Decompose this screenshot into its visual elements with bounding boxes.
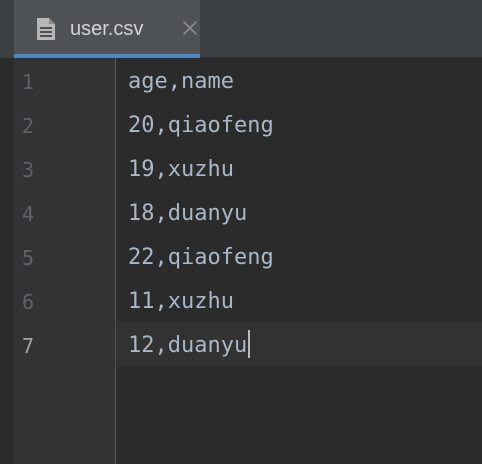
code-line[interactable]: 22,qiaofeng xyxy=(128,236,274,280)
tab-bar-spacer xyxy=(0,0,14,58)
code-line[interactable]: 18,duanyu xyxy=(128,192,247,236)
code-line[interactable]: 11,xuzhu xyxy=(128,280,234,324)
text-caret xyxy=(248,330,251,358)
current-line-number: 7 xyxy=(22,334,35,358)
code-editor-window: user.csv 1 2 3 4 5 6 7 age,name 20,qiaof… xyxy=(0,0,482,464)
tab-label: user.csv xyxy=(70,18,144,40)
code-line[interactable]: 20,qiaofeng xyxy=(128,104,274,148)
editor-tab-bar: user.csv xyxy=(0,0,482,58)
current-code-line[interactable]: 12,duanyu xyxy=(128,324,251,368)
line-number: 1 xyxy=(22,70,35,94)
csv-file-icon xyxy=(37,18,55,40)
tab-user-csv[interactable]: user.csv xyxy=(14,0,200,58)
line-number-gutter: 1 2 3 4 5 6 7 xyxy=(0,58,116,464)
line-number: 5 xyxy=(22,246,35,270)
current-line-text: 12,duanyu xyxy=(128,333,248,358)
line-number: 6 xyxy=(22,290,35,314)
line-number: 2 xyxy=(22,114,35,138)
close-icon[interactable] xyxy=(182,20,198,36)
code-line[interactable]: 19,xuzhu xyxy=(128,148,234,192)
gutter-margin xyxy=(0,58,14,464)
line-number: 4 xyxy=(22,202,35,226)
text-editor-area[interactable]: age,name 20,qiaofeng 19,xuzhu 18,duanyu … xyxy=(116,58,482,464)
code-line[interactable]: age,name xyxy=(128,60,234,104)
line-number: 3 xyxy=(22,158,35,182)
